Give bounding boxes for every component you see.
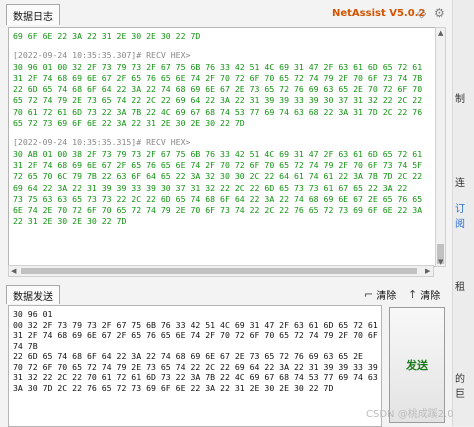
side-text-3: 订阅 — [455, 204, 465, 230]
log-recv-header: [2022-09-24 10:35:35.315]# RECV HEX> — [13, 137, 191, 148]
diamond-icon[interactable]: ◇ — [417, 6, 426, 20]
log-vertical-scrollbar[interactable]: ▲ ▼ — [435, 27, 446, 267]
send-bar: 数据发送 ⌐ 清除 ↑ 清除 — [0, 283, 452, 304]
log-hex-line: 30 96 01 00 32 2F 73 79 73 2F 67 75 6B 7… — [13, 61, 423, 72]
log-hex-line: 31 2F 74 68 69 6E 67 2F 65 76 65 6E 74 2… — [13, 72, 423, 83]
log-hex-line: 22 6D 65 74 68 6F 64 22 3A 22 74 68 69 6… — [13, 84, 423, 95]
broom-icon: ⌐ — [364, 288, 374, 301]
watermark: CSDN @桃成蹊2.0 — [366, 409, 454, 420]
top-bar: 数据日志 NetAssist V5.0.2 ◇ ⚙ — [0, 0, 452, 26]
log-content: 69 6F 6E 22 3A 22 31 2E 30 2E 30 22 7D [2… — [9, 28, 435, 228]
up-arrow-icon: ↑ — [408, 288, 418, 301]
tab-data-send[interactable]: 数据发送 — [6, 285, 60, 304]
log-hex-line: 31 2F 74 68 69 6E 67 2F 65 76 65 6E 74 2… — [13, 159, 423, 170]
side-text-2: 连 — [455, 178, 465, 189]
log-spacer — [13, 42, 431, 50]
log-spacer — [13, 129, 431, 137]
log-hex-line: 6E 74 2E 70 72 6F 70 65 72 74 79 2E 70 6… — [13, 205, 423, 216]
background-app-strip: 制 连 订阅 租 的巨 — [453, 0, 474, 426]
log-hex-line: 65 72 74 79 2E 73 65 74 22 2C 22 69 64 2… — [13, 95, 423, 106]
side-text-5: 的巨 — [455, 374, 465, 400]
scroll-left-arrow-icon[interactable]: ◀ — [11, 267, 16, 275]
send-input[interactable]: 30 96 01 00 32 2F 73 79 73 2F 67 75 6B 7… — [8, 305, 382, 427]
clear-log-button[interactable]: ⌐ 清除 — [364, 287, 396, 302]
scroll-up-arrow-icon[interactable]: ▲ — [438, 29, 443, 37]
log-hex-line: 22 31 2E 30 2E 30 22 7D — [13, 216, 127, 227]
clear-log-label: 清除 — [376, 291, 397, 302]
log-horizontal-scrollbar[interactable]: ◀ ▶ — [8, 265, 434, 277]
log-hex-line: 30 AB 01 00 38 2F 73 79 73 2F 67 75 6B 7… — [13, 148, 423, 159]
receive-log[interactable]: 69 6F 6E 22 3A 22 31 2E 30 2E 30 22 7D [2… — [8, 27, 436, 267]
log-hex-line: 69 6F 6E 22 3A 22 31 2E 30 2E 30 22 7D — [13, 31, 201, 41]
log-hex-line: 73 75 63 63 65 73 73 22 2C 22 6D 65 74 6… — [13, 193, 423, 204]
scroll-down-arrow-icon[interactable]: ▼ — [438, 258, 443, 266]
side-text-4: 租 — [455, 282, 465, 293]
tab-data-log[interactable]: 数据日志 — [6, 4, 60, 25]
log-hex-line: 70 61 72 61 6D 73 22 3A 7B 22 4C 69 67 6… — [13, 106, 423, 117]
log-recv-header: [2022-09-24 10:35:35.307]# RECV HEX> — [13, 50, 191, 61]
side-text-1: 制 — [455, 94, 465, 105]
netassist-window: 数据日志 NetAssist V5.0.2 ◇ ⚙ 69 6F 6E 22 3A… — [0, 0, 453, 427]
log-hex-line: 65 72 73 69 6F 6E 22 3A 22 31 2E 30 2E 3… — [13, 118, 245, 129]
log-hex-line: 72 65 70 6C 79 7B 22 63 6F 64 65 22 3A 3… — [13, 171, 423, 182]
gear-icon[interactable]: ⚙ — [434, 6, 445, 20]
clear-send-label: 清除 — [420, 291, 441, 302]
app-brand: NetAssist V5.0.2 — [332, 8, 426, 19]
scroll-right-arrow-icon[interactable]: ▶ — [425, 267, 430, 275]
clear-send-button[interactable]: ↑ 清除 — [408, 287, 440, 302]
hscroll-thumb[interactable] — [21, 268, 417, 274]
send-text: 30 96 01 00 32 2F 73 79 73 2F 67 75 6B 7… — [13, 309, 378, 393]
log-hex-line: 69 64 22 3A 22 31 39 39 33 39 30 37 31 3… — [13, 182, 408, 193]
